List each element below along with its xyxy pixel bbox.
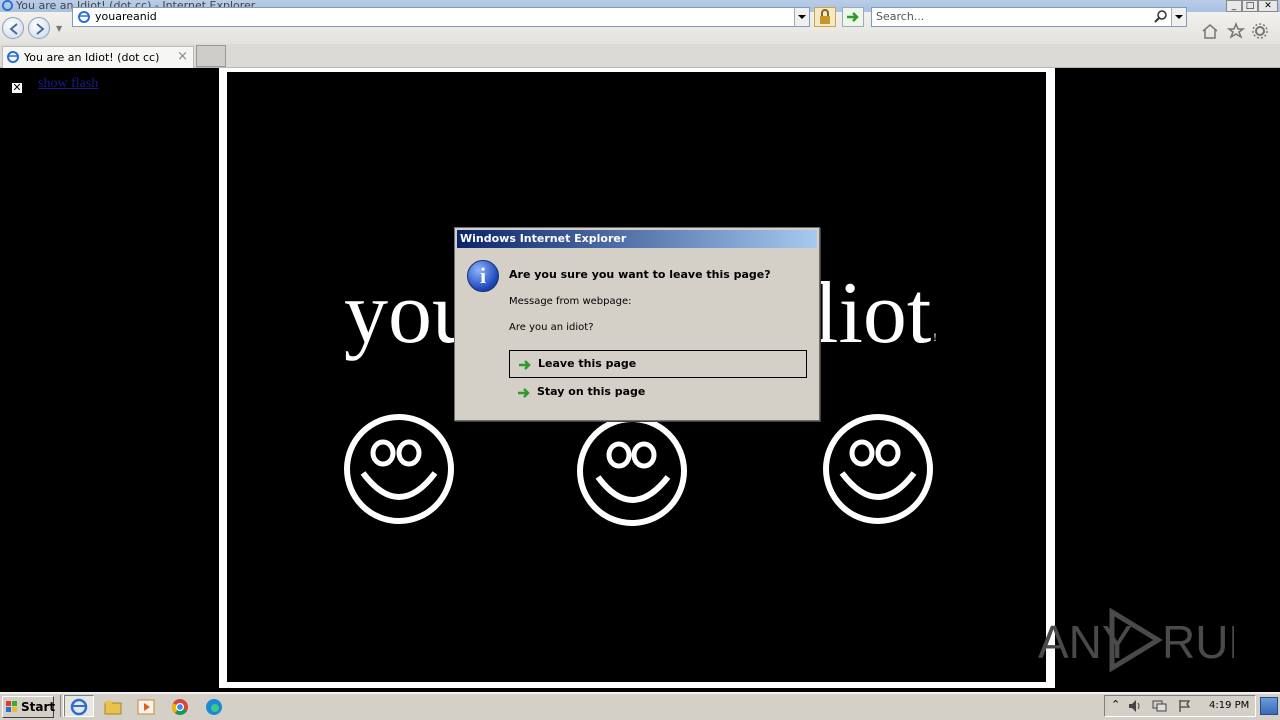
- address-input[interactable]: youareanid: [95, 10, 157, 23]
- back-button[interactable]: [2, 17, 24, 39]
- tab-current[interactable]: You are an Idiot! (dot cc) ×: [2, 46, 194, 68]
- edge-icon[interactable]: [204, 697, 224, 717]
- green-arrow-icon: [518, 388, 530, 398]
- new-tab-button[interactable]: [196, 45, 226, 67]
- leave-page-dialog: Windows Internet Explorer i Are you sure…: [454, 227, 820, 421]
- restore-button[interactable]: □: [1242, 0, 1258, 12]
- dialog-message: Are you an idiot?: [509, 322, 594, 333]
- system-tray: ⌃ 4:19 PM: [1104, 695, 1256, 717]
- close-flash-icon[interactable]: ✕: [11, 82, 23, 94]
- home-icon[interactable]: [1200, 22, 1220, 40]
- stay-page-label: Stay on this page: [537, 385, 646, 398]
- smiley-icon: [577, 416, 687, 526]
- chrome-icon[interactable]: [170, 697, 190, 717]
- go-button[interactable]: [842, 7, 864, 27]
- lock-icon: [820, 9, 830, 24]
- taskbar: [0, 692, 1280, 720]
- close-window-button[interactable]: ✕: [1258, 0, 1278, 12]
- smiley-icon: [823, 414, 933, 524]
- address-dropdown-button[interactable]: [794, 8, 809, 26]
- search-dropdown-button[interactable]: [1171, 8, 1186, 26]
- ie-logo-icon: [2, 0, 13, 11]
- stay-page-button[interactable]: Stay on this page: [509, 379, 807, 407]
- search-box[interactable]: Search...: [871, 7, 1187, 27]
- dialog-heading: Are you sure you want to leave this page…: [509, 268, 771, 281]
- leave-page-button[interactable]: Leave this page: [509, 350, 807, 378]
- ie-taskbar-icon: [70, 698, 88, 716]
- forward-button[interactable]: [28, 17, 50, 39]
- leave-page-label: Leave this page: [538, 357, 637, 370]
- recent-pages-dropdown-icon[interactable]: ▼: [56, 24, 64, 33]
- back-arrow-icon: [9, 23, 18, 35]
- windows-logo-icon: [6, 701, 17, 712]
- watermark-text-right: RUN: [1162, 616, 1234, 668]
- action-center-flag-icon[interactable]: [1177, 699, 1193, 713]
- big-text-right: liot: [814, 265, 932, 362]
- dialog-title: Windows Internet Explorer: [457, 230, 817, 248]
- minimize-button[interactable]: _: [1226, 0, 1242, 12]
- tray-expand-icon[interactable]: ⌃: [1111, 698, 1120, 711]
- chevron-down-icon: [1175, 15, 1183, 19]
- forward-arrow-icon: [36, 23, 45, 35]
- start-button[interactable]: Start: [2, 696, 56, 718]
- start-label: Start: [21, 700, 56, 714]
- exclaim-mark: !: [933, 330, 937, 344]
- dialog-message-label: Message from webpage:: [509, 296, 632, 307]
- favorites-star-icon[interactable]: [1226, 22, 1246, 40]
- watermark-text-left: ANY: [1038, 616, 1133, 668]
- anyrun-watermark-logo: ANY RUN: [1038, 607, 1234, 673]
- page-ie-icon: [78, 11, 90, 23]
- volume-icon[interactable]: [1127, 699, 1143, 713]
- show-desktop-button[interactable]: [1260, 697, 1278, 715]
- folder-icon[interactable]: [103, 697, 123, 717]
- gear-icon[interactable]: [1250, 22, 1270, 40]
- show-flash-link[interactable]: show flash: [38, 76, 98, 92]
- chevron-down-icon: [798, 15, 806, 19]
- info-icon: i: [467, 260, 499, 292]
- green-arrow-icon: [519, 360, 531, 370]
- tab-label: You are an Idiot! (dot cc): [24, 51, 160, 64]
- security-lock-button[interactable]: [814, 7, 836, 27]
- search-input[interactable]: Search...: [876, 10, 924, 23]
- network-icon[interactable]: [1151, 699, 1167, 713]
- address-bar[interactable]: youareanid: [72, 7, 810, 27]
- smiley-icon: [344, 414, 454, 524]
- media-player-icon[interactable]: [136, 697, 156, 717]
- go-arrow-icon: [847, 12, 859, 22]
- tab-ie-icon: [7, 51, 19, 63]
- clock[interactable]: 4:19 PM: [1209, 700, 1249, 711]
- close-tab-icon[interactable]: ×: [177, 49, 188, 64]
- search-icon[interactable]: [1154, 10, 1168, 24]
